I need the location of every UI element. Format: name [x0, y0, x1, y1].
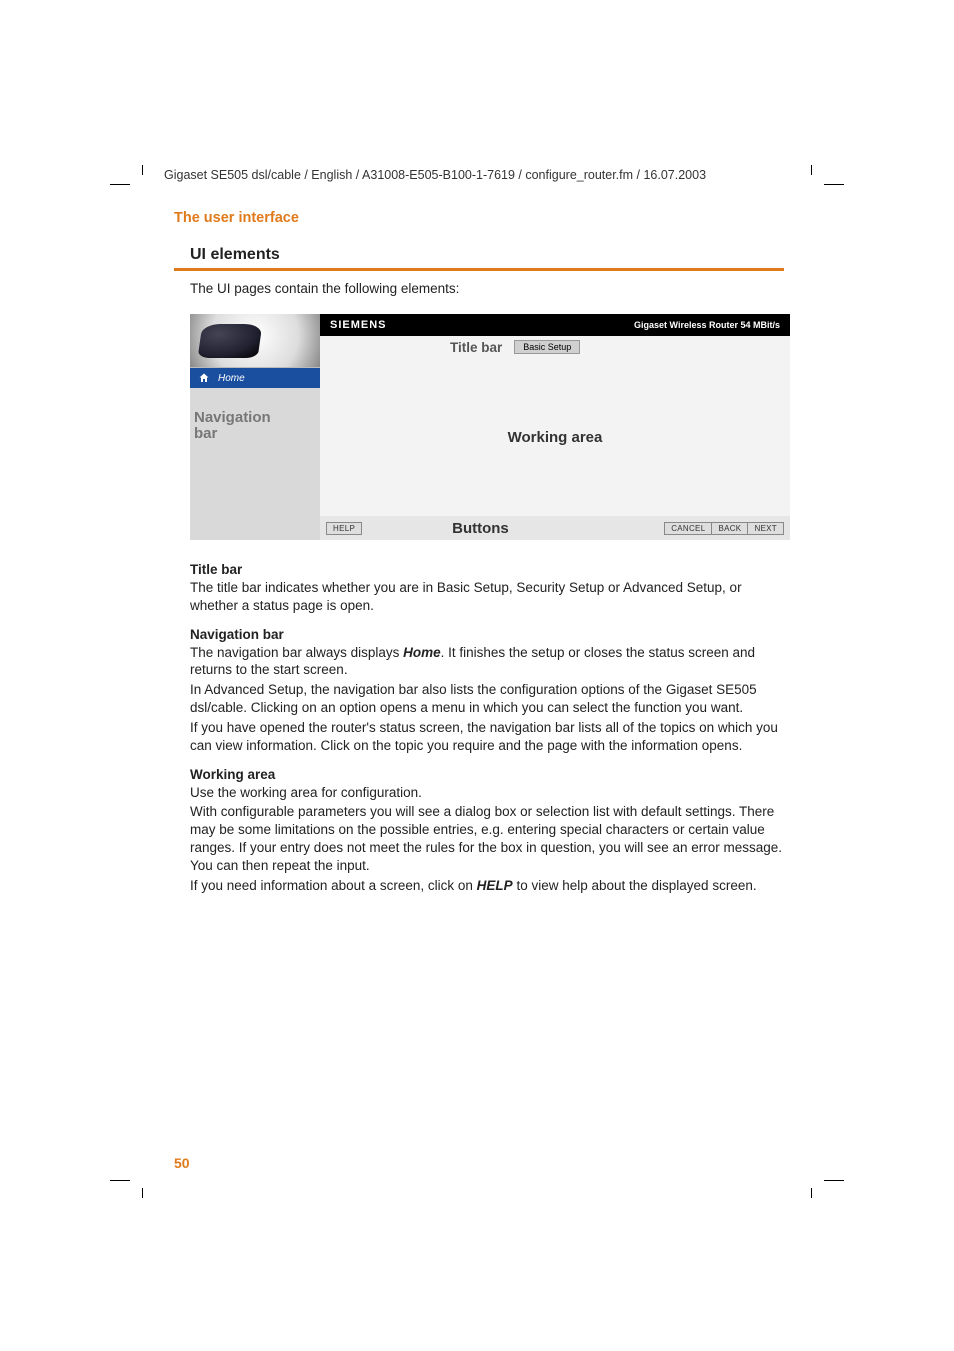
page-title: UI elements [190, 246, 784, 264]
para-nav-3: If you have opened the router's status s… [190, 719, 784, 755]
basic-setup-chip[interactable]: Basic Setup [514, 340, 580, 354]
crop-mark [110, 1180, 130, 1181]
para-title-bar: The title bar indicates whether you are … [190, 579, 784, 615]
back-button[interactable]: BACK [711, 522, 748, 535]
para-nav-1: The navigation bar always displays Home.… [190, 644, 784, 680]
crop-mark [110, 184, 130, 185]
brand-label: SIEMENS [330, 319, 387, 331]
diagram-nav-label: Navigationbar [194, 410, 271, 442]
page-number: 50 [174, 1155, 190, 1171]
doc-header-path: Gigaset SE505 dsl/cable / English / A310… [164, 168, 706, 182]
diagram-nav-column: Home Navigationbar [190, 314, 320, 540]
intro-text: The UI pages contain the following eleme… [190, 281, 784, 296]
crop-mark [811, 165, 812, 175]
buttons-annotation: Buttons [452, 520, 509, 537]
heading-rule [174, 268, 784, 271]
diagram-topbar: SIEMENS Gigaset Wireless Router 54 MBit/… [320, 314, 790, 336]
crop-mark [142, 165, 143, 175]
titlebar-annotation: Title bar [320, 340, 502, 355]
working-area-annotation: Working area [320, 358, 790, 516]
para-work-1: Use the working area for configuration. [190, 784, 784, 802]
crop-mark [142, 1188, 143, 1198]
help-button[interactable]: HELP [326, 522, 362, 535]
crop-mark [811, 1188, 812, 1198]
siemens-device-image [190, 314, 320, 368]
section-label: The user interface [174, 210, 784, 226]
cancel-button[interactable]: CANCEL [664, 522, 712, 535]
diagram-right-pane: SIEMENS Gigaset Wireless Router 54 MBit/… [320, 314, 790, 540]
crop-mark [824, 184, 844, 185]
product-label: Gigaset Wireless Router 54 MBit/s [634, 320, 780, 330]
para-work-3: If you need information about a screen, … [190, 877, 784, 895]
home-label: Home [218, 373, 245, 384]
home-icon [198, 372, 210, 384]
subhead-working-area: Working area [190, 767, 784, 782]
para-work-2: With configurable parameters you will se… [190, 803, 784, 874]
crop-mark [824, 1180, 844, 1181]
ui-screenshot-diagram: Home Navigationbar SIEMENS Gigaset Wirel… [190, 314, 790, 540]
subhead-nav-bar: Navigation bar [190, 627, 784, 642]
subhead-title-bar: Title bar [190, 562, 784, 577]
diagram-footer: HELP Buttons CANCEL BACK NEXT [320, 516, 790, 540]
home-row[interactable]: Home [190, 368, 320, 388]
next-button[interactable]: NEXT [747, 522, 784, 535]
para-nav-2: In Advanced Setup, the navigation bar al… [190, 681, 784, 717]
diagram-titlebar: Title bar Basic Setup [320, 336, 790, 358]
